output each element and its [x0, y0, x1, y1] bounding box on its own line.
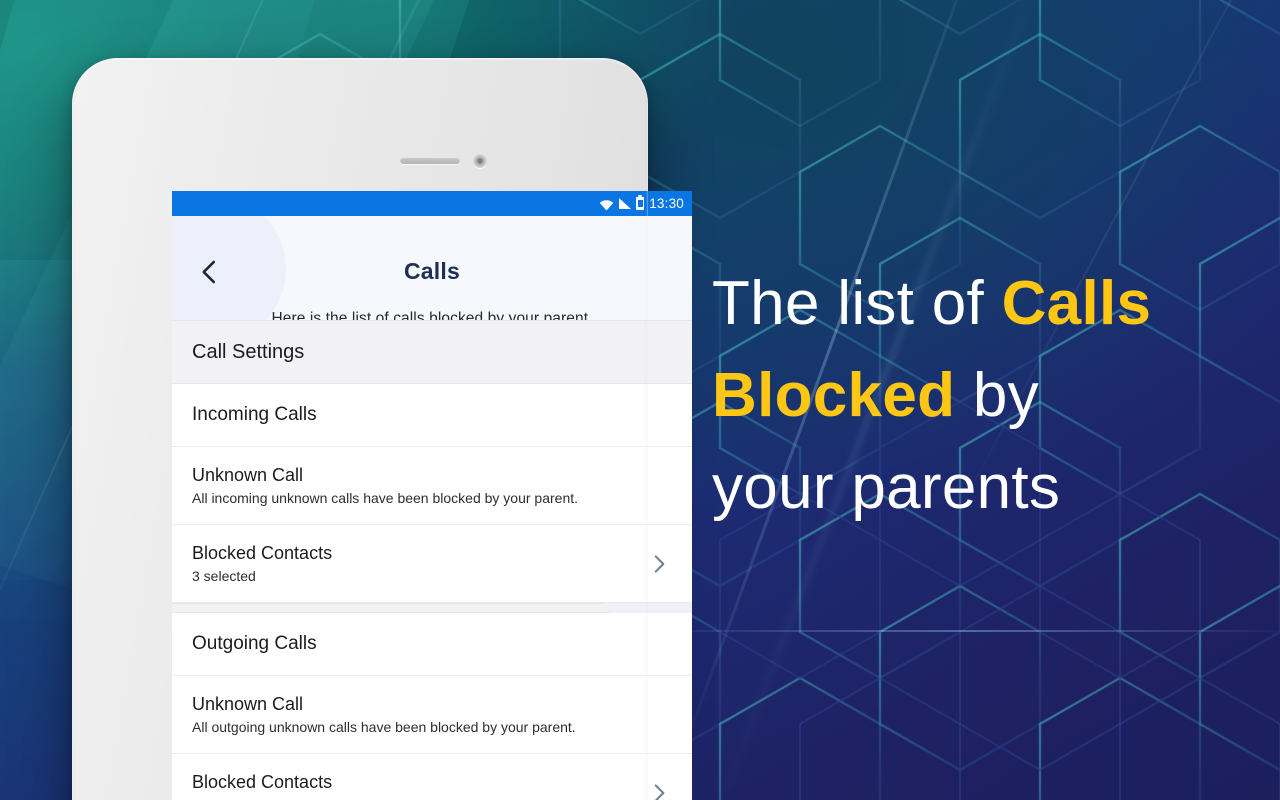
list-item-text: Unknown Call All incoming unknown calls h…: [192, 465, 578, 506]
promo-headline-accent: Calls: [1001, 269, 1152, 338]
promo-screenshot: The list of Calls Blocked by your parents …: [0, 0, 1280, 800]
app-header: Calls Here is the list of calls blocked …: [172, 216, 692, 320]
earpiece-speaker-icon: [400, 157, 460, 164]
promo-headline-line: your parents: [712, 442, 1260, 534]
list-item-title: Unknown Call: [192, 694, 304, 714]
phone-screen: 13:30 Calls Here is the list of calls bl…: [172, 191, 692, 800]
signal-icon: [619, 198, 632, 209]
list-item-subtitle: All incoming unknown calls have been blo…: [192, 490, 579, 506]
list-item-text: Blocked Contacts3 selected: [192, 772, 332, 800]
promo-headline-text: your parents: [712, 452, 1061, 522]
list-item-subtitle: All outgoing unknown calls have been blo…: [192, 719, 576, 735]
list-item-title: Blocked Contacts: [192, 543, 333, 563]
list-item-text: Unknown Call All outgoing unknown calls h…: [192, 694, 576, 735]
group-title: Outgoing Calls: [192, 633, 317, 654]
page-subtitle: Here is the list of calls blocked by you…: [271, 310, 593, 320]
page-title: Calls: [404, 258, 460, 284]
wifi-icon: [599, 198, 614, 211]
section-title: Call Settings: [192, 340, 305, 363]
list-item: Unknown Call All outgoing unknown calls h…: [172, 676, 692, 754]
list-item-title: Unknown Call: [192, 465, 304, 485]
promo-headline: The list of Calls Blocked by your parents: [712, 258, 1260, 533]
status-bar-time: 13:30: [649, 196, 684, 211]
list-item[interactable]: Blocked Contacts3 selected: [172, 754, 692, 800]
battery-icon: [636, 195, 645, 210]
status-bar: 13:30: [172, 191, 692, 216]
promo-headline-accent: Blocked: [712, 360, 956, 430]
list-group-spacer: [172, 603, 692, 613]
list-item-text: Blocked Contacts 3 selected: [192, 543, 332, 584]
list-group-header: Incoming Calls: [172, 384, 692, 447]
promo-headline-line: Blocked by: [712, 350, 1260, 442]
list-item-subtitle: 3 selected: [192, 568, 256, 584]
list-group-header: Outgoing Calls: [172, 613, 692, 676]
list-item-title: Blocked Contacts: [192, 772, 333, 792]
front-camera-icon: [473, 154, 487, 168]
group-title: Incoming Calls: [192, 404, 317, 425]
promo-headline-text: by: [955, 360, 1039, 430]
phone-mockup: 13:30 Calls Here is the list of calls bl…: [72, 58, 692, 800]
list-section-header: Call Settings: [172, 320, 692, 384]
chevron-right-icon[interactable]: [646, 780, 672, 800]
promo-headline-line: The list of Calls: [712, 258, 1260, 350]
settings-list: Call Settings Incoming Calls Unknown Call A…: [172, 320, 692, 800]
chevron-right-icon[interactable]: [646, 551, 672, 577]
light-streak-horizontal: [640, 630, 1280, 632]
list-item[interactable]: Blocked Contacts 3 selected: [172, 525, 692, 603]
list-item: Unknown Call All incoming unknown calls h…: [172, 447, 692, 525]
promo-headline-text: The list of: [712, 269, 1002, 338]
